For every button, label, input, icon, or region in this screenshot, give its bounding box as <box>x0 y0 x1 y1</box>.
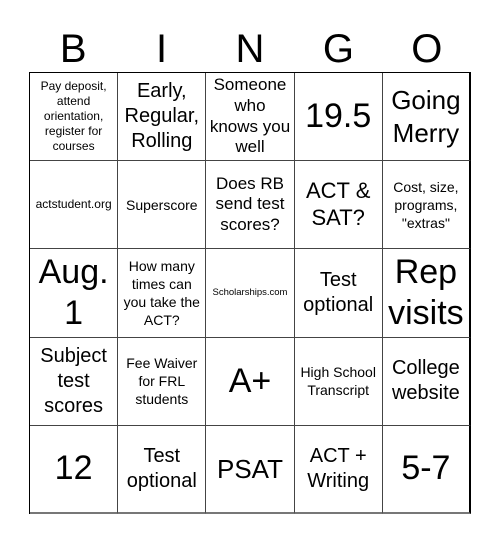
cell-text: Scholarships.com <box>212 287 288 299</box>
bingo-cell-r4-c5[interactable]: College website <box>382 337 471 426</box>
cell-text: Going Merry <box>391 85 461 148</box>
cell-text: actstudent.org <box>35 197 112 212</box>
cell-text: Rep visits <box>388 253 464 332</box>
bingo-cell-r2-c1[interactable]: actstudent.org <box>30 161 119 250</box>
header-letter-b: B <box>59 27 87 71</box>
bingo-cell-r2-c5[interactable]: Cost, size, programs, "extras" <box>382 161 471 250</box>
bingo-header: B I N G O <box>29 26 471 72</box>
cell-text: Cost, size, programs, "extras" <box>393 178 459 231</box>
header-letter-g: G <box>322 27 354 71</box>
header-letter-o: O <box>411 27 443 71</box>
bingo-cell-r4-c3[interactable]: A+ <box>206 337 295 426</box>
cell-text: Aug. 1 <box>38 253 109 332</box>
header-letter-n: N <box>235 27 265 71</box>
cell-text: 12 <box>54 449 93 488</box>
cell-text: College website <box>391 357 460 405</box>
cell-text: A+ <box>228 361 272 400</box>
bingo-cell-r5-c2[interactable]: Test optional <box>118 425 207 514</box>
cell-text: Someone who knows you well <box>209 75 291 157</box>
bingo-cell-r1-c3[interactable]: Someone who knows you well <box>206 73 295 162</box>
bingo-cell-r5-c1[interactable]: 12 <box>30 425 119 514</box>
bingo-cell-r3-c4[interactable]: Test optional <box>294 249 383 338</box>
bingo-cell-r4-c2[interactable]: Fee Waiver for FRL students <box>118 337 207 426</box>
cell-text: High School Transcript <box>300 364 376 399</box>
cell-text: Fee Waiver for FRL students <box>126 354 198 408</box>
bingo-cell-r3-c2[interactable]: How many times can you take the ACT? <box>118 249 207 338</box>
header-letter-i: I <box>156 27 168 71</box>
bingo-cell-r2-c2[interactable]: Superscore <box>118 161 207 250</box>
cell-text: 19.5 <box>305 97 372 136</box>
bingo-cell-r5-c3[interactable]: PSAT <box>206 425 295 514</box>
bingo-cell-r1-c5[interactable]: Going Merry <box>382 73 471 162</box>
bingo-cell-r5-c5[interactable]: 5-7 <box>382 425 471 514</box>
cell-text: PSAT <box>217 453 283 484</box>
cell-text: Test optional <box>126 444 197 492</box>
cell-text: Pay deposit, attend orientation, registe… <box>40 79 107 154</box>
bingo-card-grid: Pay deposit, attend orientation, registe… <box>29 72 471 514</box>
bingo-cell-r3-c1[interactable]: Aug. 1 <box>30 249 119 338</box>
bingo-cell-r4-c1[interactable]: Subject test scores <box>30 337 119 426</box>
cell-text: Subject test scores <box>40 344 107 417</box>
bingo-cell-r1-c4[interactable]: 19.5 <box>294 73 383 162</box>
bingo-cell-r3-c5[interactable]: Rep visits <box>382 249 471 338</box>
cell-text: Test optional <box>303 268 374 316</box>
bingo-cell-r3-c3[interactable]: Scholarships.com <box>206 249 295 338</box>
cell-text: Early, Regular, Rolling <box>124 80 200 153</box>
bingo-cell-r1-c1[interactable]: Pay deposit, attend orientation, registe… <box>30 73 119 162</box>
cell-text: How many times can you take the ACT? <box>123 257 200 329</box>
cell-text: Superscore <box>125 196 198 213</box>
cell-text: Does RB send test scores? <box>215 173 285 235</box>
bingo-cell-r2-c4[interactable]: ACT & SAT? <box>294 161 383 250</box>
bingo-cell-r5-c4[interactable]: ACT + Writing <box>294 425 383 514</box>
cell-text: ACT & SAT? <box>306 178 371 230</box>
cell-text: ACT + Writing <box>307 444 370 492</box>
bingo-cell-r1-c2[interactable]: Early, Regular, Rolling <box>118 73 207 162</box>
bingo-cell-r2-c3[interactable]: Does RB send test scores? <box>206 161 295 250</box>
bingo-cell-r4-c4[interactable]: High School Transcript <box>294 337 383 426</box>
cell-text: 5-7 <box>401 449 451 488</box>
